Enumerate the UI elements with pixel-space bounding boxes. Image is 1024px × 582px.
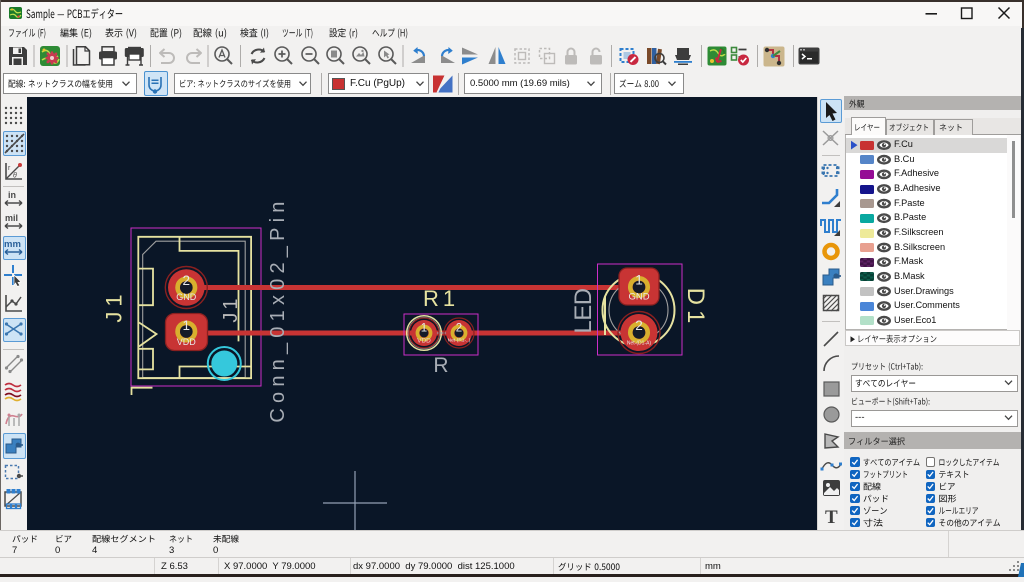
svg-text:R1: R1 [423, 286, 459, 311]
svg-text:Net-(R1-..): Net-(R1-..) [448, 338, 471, 344]
svg-text:J1: J1 [102, 289, 127, 322]
svg-text:LED: LED [570, 288, 597, 333]
svg-text:VDD: VDD [417, 338, 431, 345]
svg-text:Conn_01x02_Pin: Conn_01x02_Pin [267, 196, 289, 422]
svg-text:Net-(D1-A): Net-(D1-A) [627, 341, 652, 347]
svg-text:R: R [433, 354, 448, 377]
svg-text:2: 2 [635, 318, 643, 333]
svg-text:D1: D1 [682, 288, 709, 329]
svg-text:1: 1 [183, 318, 191, 333]
svg-text:2: 2 [183, 273, 191, 288]
svg-text:GND: GND [176, 292, 197, 302]
svg-text:1: 1 [635, 273, 643, 288]
svg-text:GND: GND [628, 292, 649, 303]
svg-text:VDD: VDD [177, 337, 197, 347]
svg-text:1: 1 [421, 323, 427, 335]
svg-text:2: 2 [456, 323, 462, 335]
svg-text:J1: J1 [220, 295, 242, 322]
